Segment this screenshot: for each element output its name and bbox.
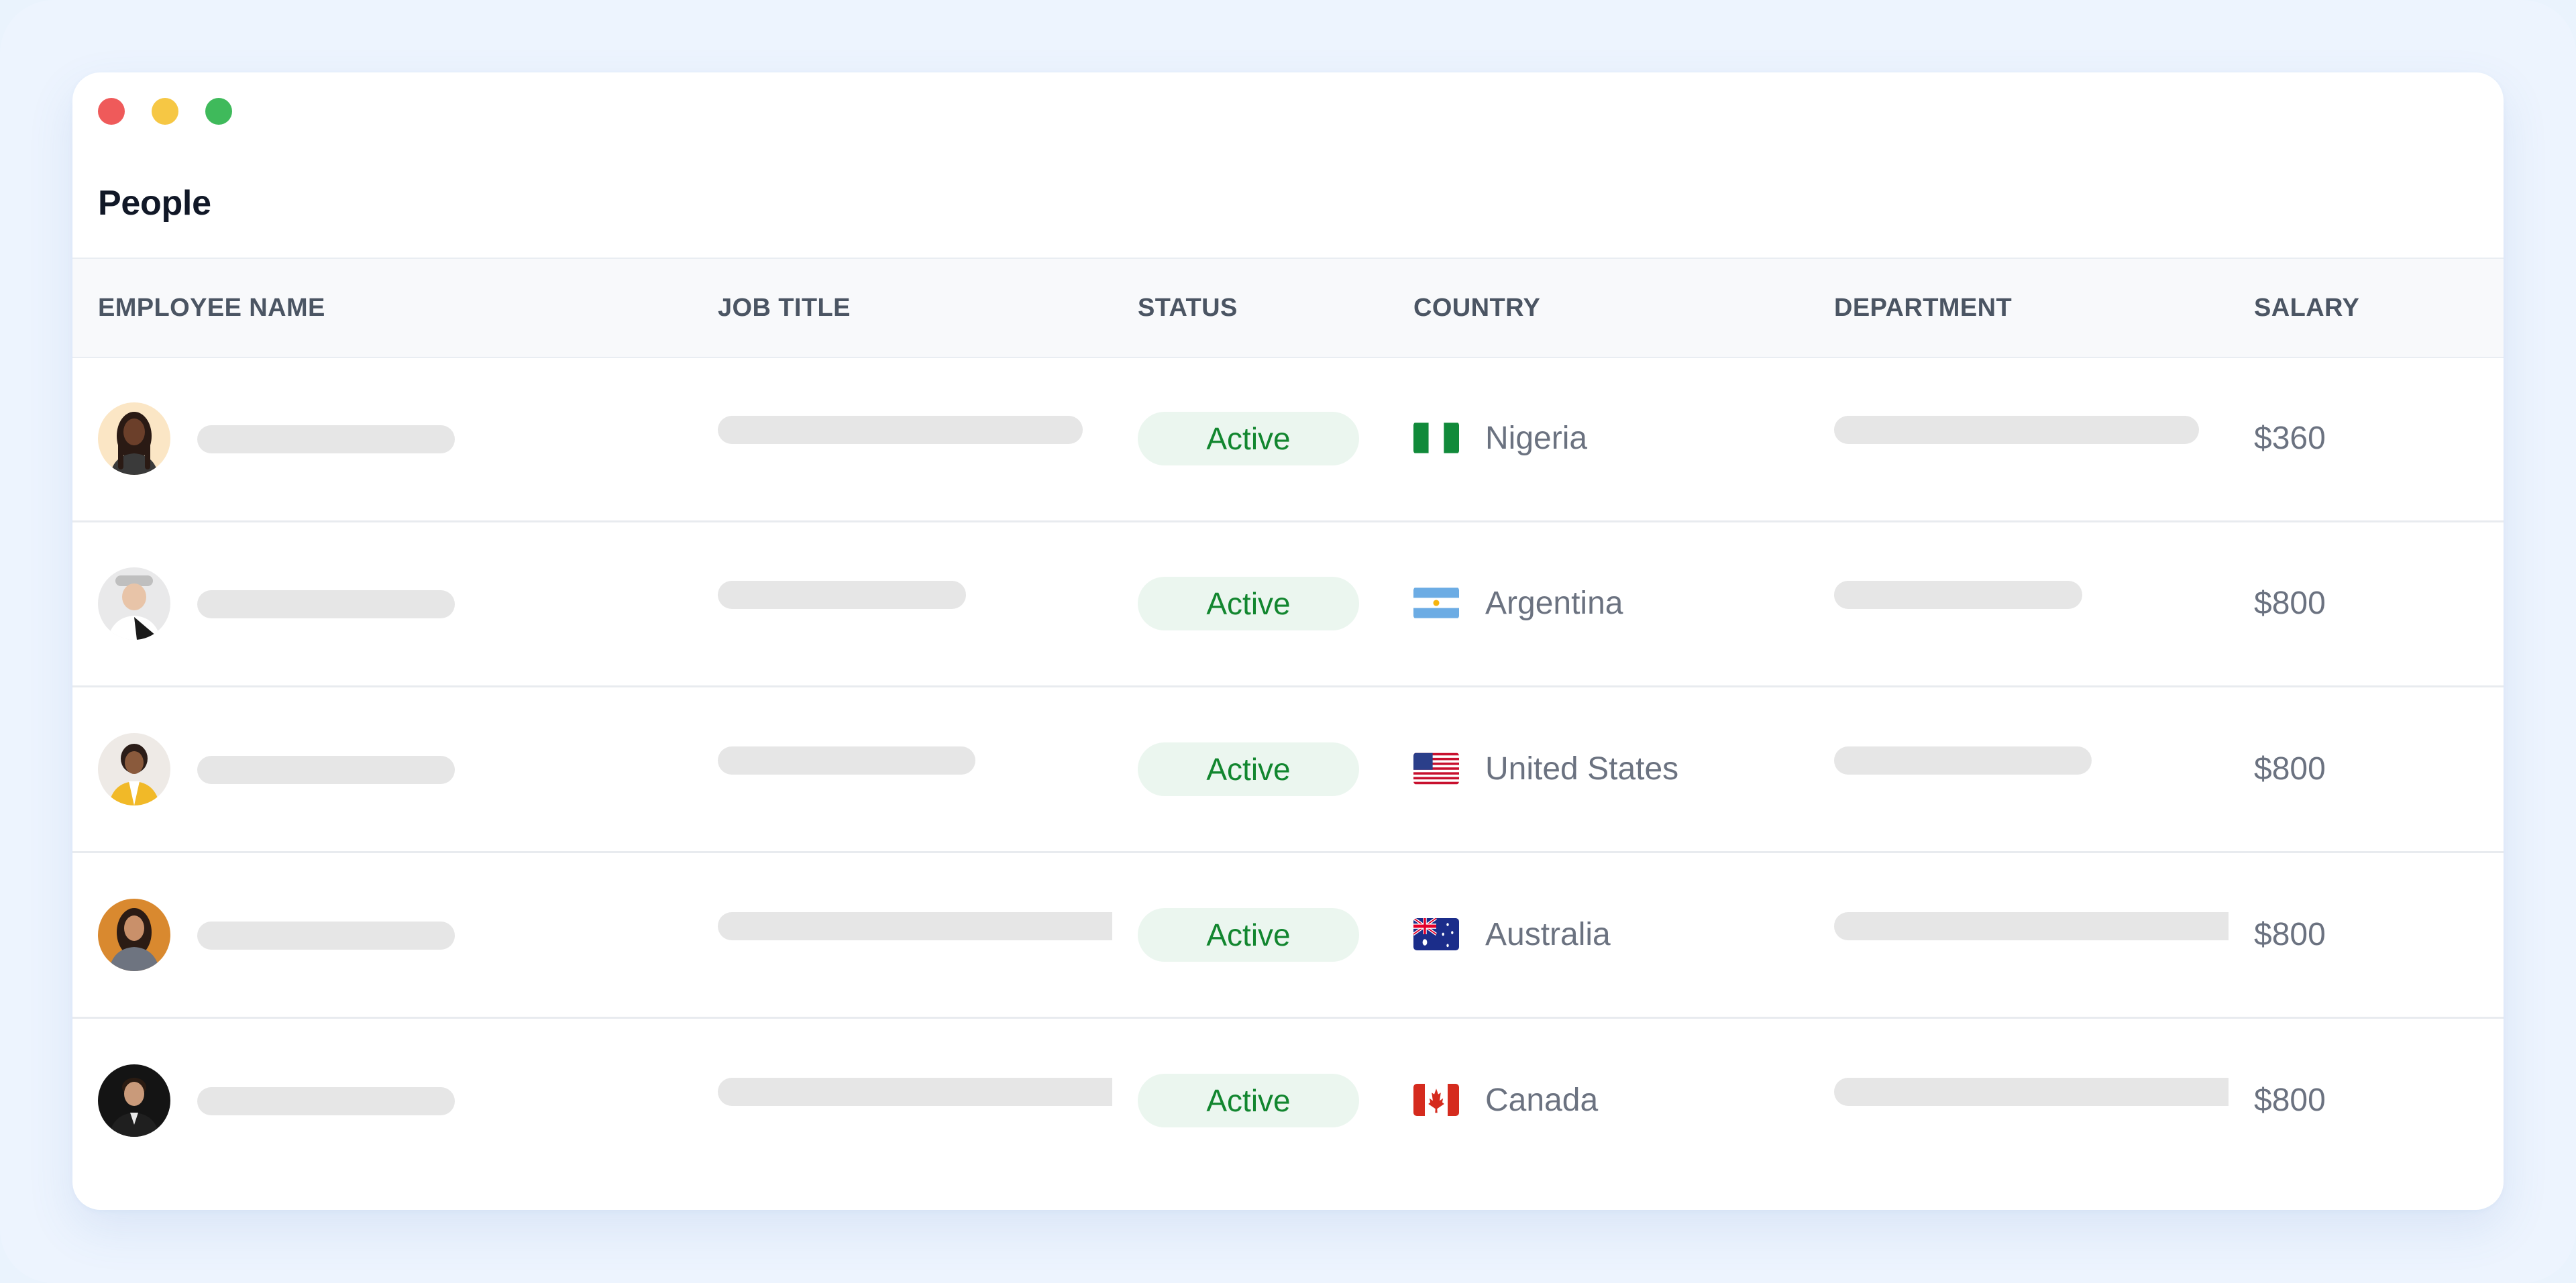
minimize-window-button[interactable] [152, 98, 178, 125]
column-header-country[interactable]: COUNTRY [1413, 259, 1540, 357]
salary-value: $360 [2254, 421, 2326, 456]
country-name: Australia [1485, 917, 1611, 952]
country-name: Argentina [1485, 585, 1623, 621]
salary-value: $800 [2254, 751, 2326, 787]
country-name: United States [1485, 751, 1679, 787]
table-row[interactable]: Active Nigeria $360 [72, 357, 2504, 522]
employee-name-placeholder [197, 922, 455, 950]
job-title-placeholder [718, 912, 1112, 940]
employee-avatar [98, 899, 170, 971]
status-badge: Active [1138, 577, 1359, 630]
department-placeholder [1834, 1078, 2229, 1106]
column-header-employee-name[interactable]: EMPLOYEE NAME [98, 259, 325, 357]
canada-flag-icon [1413, 1084, 1459, 1116]
page-title: People [98, 184, 211, 223]
job-title-placeholder [718, 416, 1083, 444]
department-placeholder [1834, 581, 2082, 609]
department-placeholder [1834, 746, 2092, 775]
salary-value: $800 [2254, 917, 2326, 952]
salary-value: $800 [2254, 1082, 2326, 1118]
app-window: People EMPLOYEE NAME JOB TITLE STATUS CO… [72, 72, 2504, 1210]
job-title-placeholder [718, 581, 966, 609]
status-badge: Active [1138, 908, 1359, 962]
australia-flag-icon [1413, 918, 1459, 950]
employee-name-placeholder [197, 1087, 455, 1115]
country-name: Canada [1485, 1082, 1599, 1118]
employee-name-placeholder [197, 756, 455, 784]
column-header-job-title[interactable]: JOB TITLE [718, 259, 851, 357]
table-row[interactable]: Active Argentina $800 [72, 522, 2504, 687]
column-header-department[interactable]: DEPARTMENT [1834, 259, 2012, 357]
job-title-placeholder [718, 746, 975, 775]
employee-avatar [98, 402, 170, 475]
column-header-salary[interactable]: SALARY [2254, 259, 2359, 357]
status-badge: Active [1138, 742, 1359, 796]
table-header: EMPLOYEE NAME JOB TITLE STATUS COUNTRY D… [72, 258, 2504, 358]
country-name: Nigeria [1485, 421, 1588, 456]
table-row[interactable]: Active Australia $800 [72, 853, 2504, 1019]
usa-flag-icon [1413, 752, 1459, 785]
window-controls [98, 98, 232, 125]
table-row[interactable]: Active Canada $800 [72, 1019, 2504, 1182]
salary-value: $800 [2254, 585, 2326, 621]
table-row[interactable]: Active United States $800 [72, 687, 2504, 853]
employee-avatar [98, 1064, 170, 1137]
status-badge: Active [1138, 1074, 1359, 1127]
employee-avatar [98, 567, 170, 640]
close-window-button[interactable] [98, 98, 125, 125]
status-badge: Active [1138, 412, 1359, 465]
maximize-window-button[interactable] [205, 98, 232, 125]
employee-avatar [98, 733, 170, 805]
department-placeholder [1834, 416, 2199, 444]
argentina-flag-icon [1413, 587, 1459, 619]
column-header-status[interactable]: STATUS [1138, 259, 1238, 357]
employee-name-placeholder [197, 590, 455, 618]
job-title-placeholder [718, 1078, 1112, 1106]
employee-name-placeholder [197, 425, 455, 453]
nigeria-flag-icon [1413, 422, 1459, 454]
department-placeholder [1834, 912, 2229, 940]
